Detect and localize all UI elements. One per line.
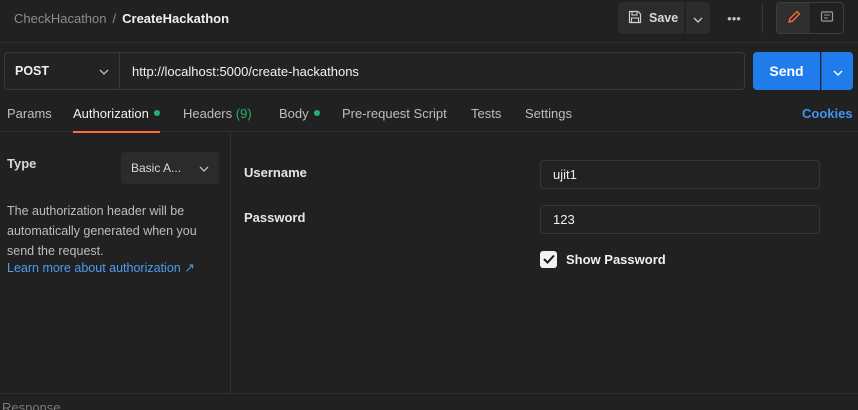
tab-pre-request-script-label: Pre-request Script <box>342 106 447 121</box>
tab-headers-label: Headers <box>183 106 233 121</box>
auth-type-value: Basic A... <box>131 161 182 175</box>
save-icon <box>628 10 642 27</box>
chevron-down-icon <box>99 64 109 78</box>
breadcrumb-collection[interactable]: CheckHacathon <box>14 11 107 26</box>
method-select[interactable]: POST <box>5 53 120 89</box>
auth-type-pane: Type Basic A... The authorization header… <box>0 133 231 393</box>
send-dropdown-button[interactable] <box>821 52 853 90</box>
tab-body-label: Body <box>279 106 309 121</box>
checkmark-icon <box>542 252 555 267</box>
more-options-icon[interactable]: ••• <box>722 9 746 27</box>
tab-authorization[interactable]: Authorization <box>73 106 160 133</box>
method-label: POST <box>15 64 50 78</box>
auth-description: The authorization header will be automat… <box>7 204 197 258</box>
request-url-bar: POST http://localhost:5000/create-hackat… <box>4 52 745 90</box>
chevron-down-icon <box>199 161 209 175</box>
pencil-icon <box>787 10 801 27</box>
send-group: Send <box>753 52 853 90</box>
breadcrumb-separator: / <box>112 11 117 26</box>
toolbar-divider <box>762 3 763 33</box>
learn-more-link[interactable]: Learn more about authorization ↗ <box>7 260 195 275</box>
top-bar: CheckHacathon / CreateHackathon Save ••• <box>0 0 858 43</box>
response-label: Response <box>2 400 61 410</box>
chevron-down-icon <box>693 11 703 26</box>
tab-headers[interactable]: Headers (9) <box>183 106 252 121</box>
tab-params-label: Params <box>7 106 52 121</box>
tab-authorization-label: Authorization <box>73 106 149 121</box>
view-mode-toggle <box>776 2 844 34</box>
headers-count: (9) <box>235 106 252 121</box>
tab-pre-request-script[interactable]: Pre-request Script <box>342 106 447 121</box>
request-tabs: Params Authorization Headers (9) Body Pr… <box>0 98 858 133</box>
tab-settings-label: Settings <box>525 106 572 121</box>
type-label: Type <box>7 156 37 171</box>
response-bar[interactable]: Response <box>0 393 858 410</box>
username-label: Username <box>244 165 307 180</box>
breadcrumb: CheckHacathon / CreateHackathon <box>14 11 229 26</box>
tab-tests[interactable]: Tests <box>471 106 501 121</box>
show-password-checkbox[interactable] <box>540 251 557 268</box>
username-input[interactable]: ujit1 <box>540 160 820 189</box>
status-dot <box>153 110 160 116</box>
tab-settings[interactable]: Settings <box>525 106 572 121</box>
tab-body[interactable]: Body <box>279 106 320 121</box>
tab-tests-label: Tests <box>471 106 502 121</box>
show-password-label[interactable]: Show Password <box>566 252 666 267</box>
save-dropdown-button[interactable] <box>685 2 710 34</box>
breadcrumb-request[interactable]: CreateHackathon <box>122 11 229 26</box>
tab-params[interactable]: Params <box>7 106 52 121</box>
url-input[interactable]: http://localhost:5000/create-hackathons <box>120 53 744 89</box>
comment-icon <box>820 10 834 27</box>
send-button[interactable]: Send <box>753 52 820 90</box>
save-button[interactable]: Save <box>618 2 684 34</box>
edit-mode-button[interactable] <box>777 3 810 33</box>
save-label: Save <box>649 11 679 25</box>
chevron-down-icon <box>833 64 843 79</box>
save-group: Save <box>618 2 710 34</box>
status-dot <box>313 110 320 116</box>
password-input[interactable]: 123 <box>540 205 820 234</box>
auth-type-select[interactable]: Basic A... <box>121 152 219 184</box>
documentation-mode-button[interactable] <box>810 3 843 33</box>
cookies-link[interactable]: Cookies <box>802 106 853 121</box>
password-label: Password <box>244 210 306 225</box>
